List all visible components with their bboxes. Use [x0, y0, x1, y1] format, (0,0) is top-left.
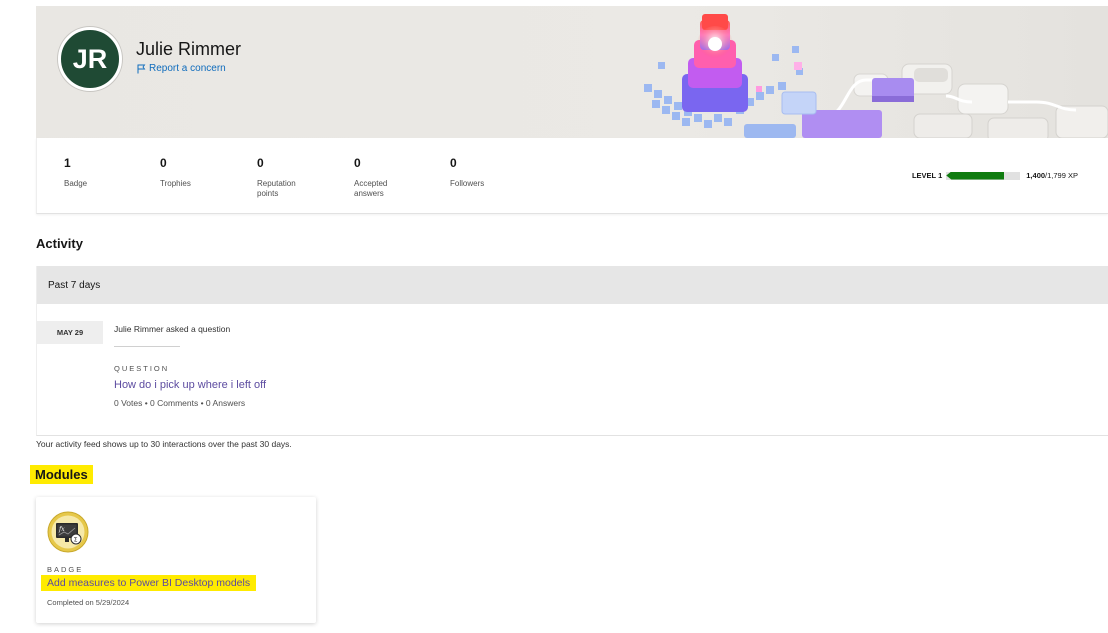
stat-label: Accepted answers	[354, 179, 388, 198]
stat-value: 0	[354, 156, 361, 170]
stat-label: Badge	[64, 179, 88, 188]
modules-heading: Modules	[30, 465, 93, 484]
activity-panel: Past 7 days MAY 29 Julie Rimmer asked a …	[36, 266, 1108, 436]
stat-value: 0	[160, 156, 167, 170]
stat-accepted-answers[interactable]: 0 Accepted answers	[354, 156, 398, 199]
activity-divider	[114, 346, 180, 347]
module-title-link[interactable]: Add measures to Power BI Desktop models	[41, 575, 257, 591]
xp-progress-bar	[946, 171, 1021, 180]
stat-label: Reputation points	[257, 179, 296, 198]
report-concern-link[interactable]: Report a concern	[137, 63, 226, 74]
question-meta: 0 Votes • 0 Comments • 0 Answers	[114, 398, 246, 408]
stat-trophies[interactable]: 0 Trophies	[160, 156, 240, 189]
report-concern-label: Report a concern	[149, 63, 226, 74]
activity-item-type: QUESTION	[114, 364, 170, 373]
activity-heading: Activity	[36, 236, 83, 251]
module-completed-date: Completed on 5/29/2024	[47, 598, 130, 607]
activity-period-header: Past 7 days	[37, 266, 1108, 304]
xp-current: 1,400	[1026, 171, 1046, 180]
stat-label: Trophies	[160, 179, 191, 188]
avatar: JR	[58, 27, 122, 91]
xp-readout: 1,400/1,799 XP	[1026, 171, 1078, 180]
stat-followers[interactable]: 0 Followers	[450, 156, 530, 189]
power-bi-measures-badge-icon: fx Σ	[47, 511, 89, 553]
activity-date: MAY 29	[37, 321, 103, 344]
profile-stats-bar: 1 Badge 0 Trophies 0 Reputation points 0…	[36, 138, 1108, 214]
stat-value: 1	[64, 156, 71, 170]
activity-feed-note: Your activity feed shows up to 30 intera…	[36, 439, 292, 449]
decorative-hero-illustration	[644, 14, 1108, 138]
svg-text:Σ: Σ	[74, 536, 78, 543]
activity-period-label: Past 7 days	[48, 279, 101, 291]
profile-hero-banner: JR Julie Rimmer Report a concern	[36, 6, 1108, 138]
module-card[interactable]: fx Σ BADGE Add measures to Power BI Desk…	[36, 497, 316, 623]
stat-label: Followers	[450, 179, 485, 188]
level-progress: LEVEL 1 1,400/1,799 XP	[912, 171, 1078, 180]
flag-icon	[137, 64, 146, 73]
activity-actor-text: Julie Rimmer asked a question	[114, 324, 231, 334]
xp-total: /1,799 XP	[1045, 171, 1078, 180]
stat-reputation-points[interactable]: 0 Reputation points	[257, 156, 307, 199]
avatar-initials: JR	[72, 43, 108, 74]
stat-value: 0	[257, 156, 264, 170]
module-item-type: BADGE	[47, 565, 84, 574]
xp-progress-fill	[946, 171, 1004, 180]
level-label: LEVEL 1	[911, 171, 943, 180]
user-name: Julie Rimmer	[136, 39, 242, 59]
stat-value: 0	[450, 156, 457, 170]
stat-badges[interactable]: 1 Badge	[64, 156, 144, 189]
question-title-link[interactable]: How do i pick up where i left off	[114, 379, 266, 391]
